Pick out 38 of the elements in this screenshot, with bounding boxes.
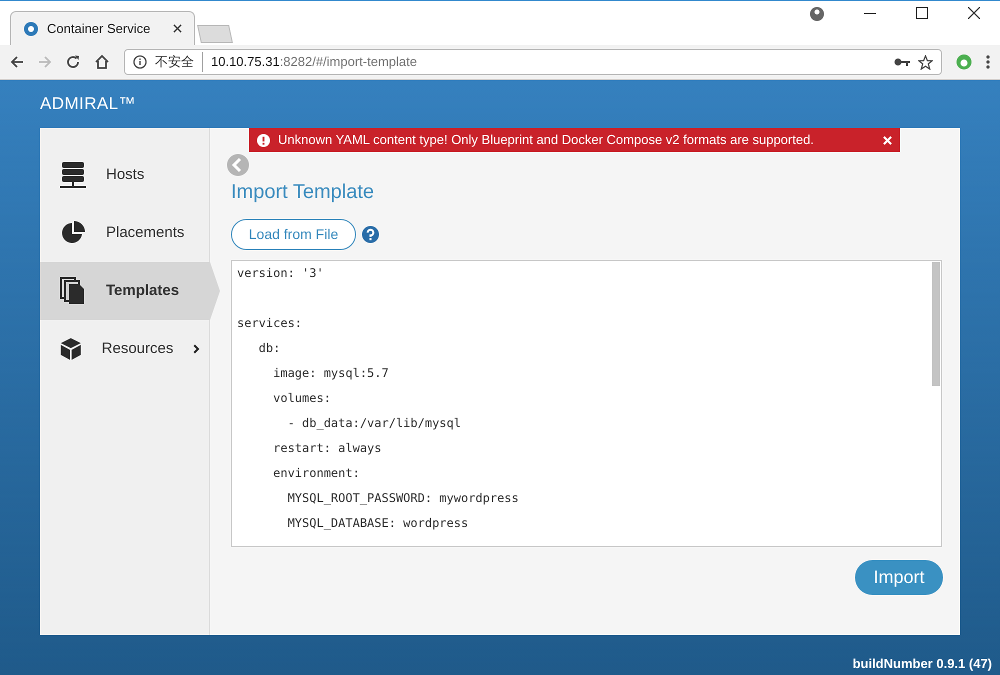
maximize-icon[interactable] — [916, 7, 928, 19]
browser-tab[interactable]: Container Service — [10, 11, 195, 45]
help-icon[interactable] — [362, 226, 379, 243]
security-label: 不安全 — [155, 52, 203, 72]
tab-title: Container Service — [47, 20, 152, 38]
sidebar-item[interactable]: Hosts — [40, 146, 210, 204]
sidebar-item[interactable]: Templates — [40, 262, 220, 320]
sidebar-label: Resources — [102, 338, 174, 359]
alert-message: Unknown YAML content type! Only Blueprint and Docker Compose v2 formats are supported. — [278, 131, 815, 150]
box-icon — [60, 335, 82, 363]
documents-icon — [60, 277, 86, 305]
profile-icon[interactable] — [810, 7, 824, 21]
url-text: 10.10.75.31:8282/#/import-template — [211, 53, 418, 72]
code-editor[interactable]: version: '3' services: db: image: mysql:5.7 volumes: - db_data:/var/lib/mysql restart: always environment: MYSQL_ROOT_PASSWORD: mywordpress MYSQL_DATABASE: wordpress — [231, 260, 942, 547]
close-icon[interactable] — [968, 7, 980, 19]
home-icon[interactable] — [94, 54, 110, 70]
sidebar-item[interactable]: Resources — [40, 320, 210, 378]
star-icon[interactable] — [918, 54, 933, 70]
reload-icon[interactable] — [66, 55, 80, 69]
sidebar-label: Hosts — [106, 164, 144, 185]
page-title: Import Template — [231, 180, 376, 205]
address-bar[interactable]: 不安全 10.10.75.31:8282/#/import-template — [124, 49, 942, 75]
alert-icon — [257, 134, 270, 146]
back-icon[interactable] — [10, 55, 24, 69]
extension-icon[interactable] — [956, 54, 972, 70]
key-icon[interactable] — [894, 57, 910, 67]
close-icon[interactable] — [173, 24, 182, 33]
sidebar-label: Templates — [106, 280, 180, 301]
load-file-button[interactable]: Load from File — [231, 219, 356, 250]
sidebar-label: Placements — [106, 222, 184, 243]
pie-chart-icon — [60, 220, 86, 246]
brand-logo: ADMIRAL™ — [40, 93, 136, 116]
sidebar-item[interactable]: Placements — [40, 204, 210, 262]
scrollbar[interactable] — [932, 262, 940, 386]
build-number: buildNumber 0.9.1 (47) — [852, 654, 992, 673]
info-icon — [133, 55, 147, 69]
server-icon — [60, 161, 86, 189]
menu-icon[interactable] — [986, 55, 990, 69]
